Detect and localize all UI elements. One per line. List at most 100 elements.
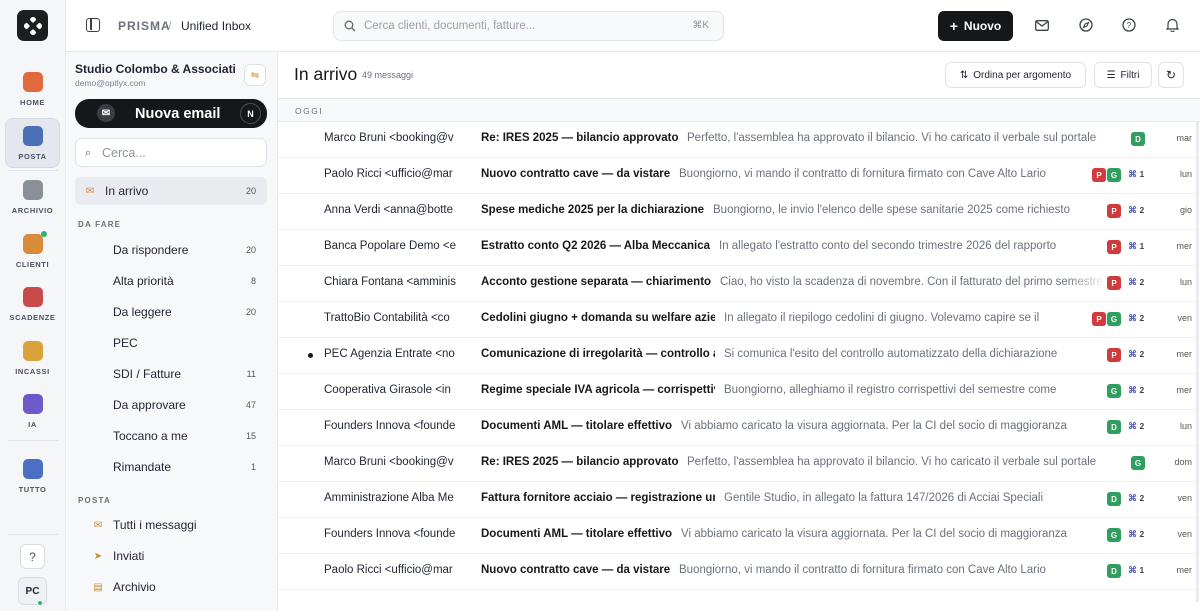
online-status-dot <box>37 600 43 606</box>
org-name[interactable]: Studio Colombo & Associati <box>75 62 236 76</box>
message-row[interactable]: Founders Innova <founde Documenti AML — t… <box>278 410 1197 446</box>
filter-label: Filtri <box>1120 69 1140 81</box>
folder-search-placeholder: Cerca... <box>102 145 146 160</box>
folder-inbox[interactable]: ✉ In arrivo 20 <box>75 177 267 205</box>
rail-item-tutto[interactable]: TUTTO <box>5 451 60 501</box>
folder-item[interactable]: Da leggere 20 <box>75 298 267 326</box>
message-row[interactable]: TrattoBio Contabilità <co Cedolini giugno… <box>278 302 1197 338</box>
message-row[interactable]: Paolo Ricci <ufficio@mar Nuovo contratto … <box>278 158 1197 194</box>
message-row[interactable]: PEC Agenzia Entrate <no Comunicazione di … <box>278 338 1197 374</box>
bell-icon[interactable] <box>1164 17 1180 33</box>
sort-button[interactable]: ⇅ Ordina per argomento <box>945 62 1086 88</box>
notification-dot <box>40 230 47 237</box>
folder-item[interactable]: Toccano a me 15 <box>75 422 267 450</box>
rail-item-scadenze[interactable]: SCADENZE <box>5 279 60 329</box>
message-row[interactable]: Marco Bruni <booking@v Re: IRES 2025 — bi… <box>278 122 1197 158</box>
attachment-count-value: 2 <box>1139 421 1145 431</box>
folder-item-label: PEC <box>113 336 138 350</box>
app-rail: HOME POSTA ARCHIVIO CLIENTI SCADENZE INCASSI I… <box>0 0 66 611</box>
compose-button[interactable]: ✉ Nuova email N <box>75 99 267 128</box>
mail-folder-label: Archivio <box>113 580 156 594</box>
user-avatar[interactable]: PC <box>18 577 47 606</box>
message-row[interactable]: Chiara Fontana <amminis Acconto gestione … <box>278 266 1197 302</box>
scrollbar[interactable] <box>1196 122 1199 602</box>
message-subject: Nuovo contratto cave — da vistare <box>481 564 670 576</box>
message-row[interactable]: Paolo Ricci <ufficio@mar Nuovo contratto … <box>278 554 1197 590</box>
message-sender: Banca Popolare Demo <e <box>324 240 457 252</box>
folder-item[interactable]: SDI / Fatture 11 <box>75 360 267 388</box>
rail-item-posta[interactable]: POSTA <box>5 118 60 168</box>
message-row[interactable]: Amministrazione Alba Me Fattura fornitore… <box>278 482 1197 518</box>
rail-item-ia[interactable]: IA <box>5 386 60 436</box>
message-preview: Buongiorno, le invio l'elenco delle spes… <box>713 204 1070 216</box>
message-tags: PG <box>1092 168 1121 182</box>
folder-item-count: 47 <box>245 400 256 410</box>
text-fade <box>1067 266 1107 301</box>
folder-search-input[interactable]: ⌕ Cerca... <box>75 138 267 167</box>
app-logo[interactable] <box>17 10 48 41</box>
mail-folder-item[interactable]: ▤ Archivio <box>75 573 267 601</box>
rail-item-clienti[interactable]: CLIENTI <box>5 226 60 276</box>
compose-label: Nuova email <box>135 105 221 122</box>
text-fade <box>1052 302 1092 337</box>
mail-folder-item[interactable]: ✉ Tutti i messaggi <box>75 511 267 539</box>
rail-item-home[interactable]: HOME <box>5 64 60 114</box>
help-icon[interactable]: ? <box>1121 17 1137 33</box>
message-date: lun <box>1179 421 1192 431</box>
switch-org-icon[interactable]: ⇋ <box>244 64 266 86</box>
svg-text:?: ? <box>1127 21 1132 30</box>
message-sender: Amministrazione Alba Me <box>324 492 454 504</box>
date-group-label: OGGI <box>295 106 324 116</box>
new-button[interactable]: + Nuovo <box>938 11 1013 41</box>
new-button-label: Nuovo <box>963 19 1002 33</box>
message-date: mar <box>1176 133 1193 143</box>
text-fade <box>1067 374 1107 409</box>
archive-icon <box>22 179 43 200</box>
message-preview: Ciao, ho visto la scadenza di novembre. … <box>720 276 1103 288</box>
sidebar-toggle-icon[interactable] <box>86 18 100 32</box>
filter-icon: ☰ <box>1106 69 1116 81</box>
attachment-icon: ⌘ <box>1128 169 1140 179</box>
refresh-button[interactable]: ↻ <box>1158 62 1184 88</box>
rail-item-archivio[interactable]: ARCHIVIO <box>5 172 60 222</box>
mail-folder-item[interactable]: ➤ Inviati <box>75 542 267 570</box>
attachment-icon: ⌘ <box>1128 349 1140 359</box>
message-row[interactable]: Cooperativa Girasole <in Regime speciale … <box>278 374 1197 410</box>
message-subject: Documenti AML — titolare effettivo <box>481 420 672 432</box>
message-row[interactable]: Anna Verdi <anna@botte Spese mediche 2025… <box>278 194 1197 230</box>
mail-icon[interactable] <box>1034 17 1050 33</box>
rail-item-incassi[interactable]: INCASSI <box>5 333 60 383</box>
attachment-count-value: 1 <box>1139 169 1145 179</box>
attachment-count-value: 1 <box>1139 565 1145 575</box>
attachment-count-value: 2 <box>1139 205 1145 215</box>
attachment-count-value: 1 <box>1139 241 1145 251</box>
message-preview: Perfetto, l'assemblea ha approvato il bi… <box>687 456 1097 468</box>
help-button[interactable]: ? <box>20 544 45 569</box>
folder-item[interactable]: Alta priorità 8 <box>75 267 267 295</box>
ai-icon <box>22 393 43 414</box>
attachment-count: ⌘ 2 <box>1128 493 1144 504</box>
global-search-input[interactable]: Cerca clienti, documenti, fatture... ⌘K <box>333 11 724 41</box>
attachment-count-value: 2 <box>1139 385 1145 395</box>
rail-item-label: SCADENZE <box>9 312 56 322</box>
folder-item[interactable]: Da rispondere 20 <box>75 236 267 264</box>
tag-badge: P <box>1107 348 1121 362</box>
folder-item[interactable]: Da approvare 47 <box>75 391 267 419</box>
folder-item[interactable]: Rimandate 1 <box>75 453 267 481</box>
plus-icon: + <box>949 18 958 34</box>
attachment-count-value: 2 <box>1139 493 1145 503</box>
message-tags: P <box>1107 348 1121 362</box>
folder-panel: Studio Colombo & Associati demo@optlyx.c… <box>66 52 278 611</box>
message-tags: G <box>1131 456 1145 470</box>
message-date: ven <box>1177 313 1192 323</box>
message-tags: P <box>1107 276 1121 290</box>
filter-button[interactable]: ☰ Filtri <box>1094 62 1152 88</box>
message-row[interactable]: Banca Popolare Demo <e Estratto conto Q2 … <box>278 230 1197 266</box>
message-row[interactable]: Marco Bruni <booking@v Re: IRES 2025 — bi… <box>278 446 1197 482</box>
folder-item[interactable]: PEC <box>75 329 267 357</box>
global-search-placeholder: Cerca clienti, documenti, fatture... <box>364 20 536 32</box>
compass-icon[interactable] <box>1078 17 1094 33</box>
breadcrumb-brand[interactable]: PRISMA <box>118 19 171 33</box>
message-row[interactable]: Founders Innova <founde Documenti AML — t… <box>278 518 1197 554</box>
folder-item-count: 15 <box>245 431 256 441</box>
